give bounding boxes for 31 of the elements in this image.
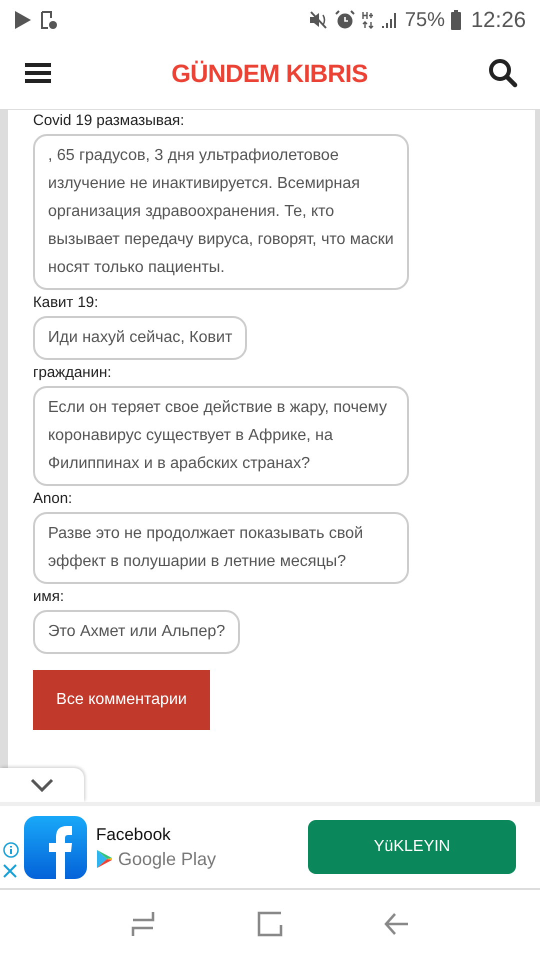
signal-icon (380, 11, 399, 29)
mute-icon (308, 11, 329, 29)
comment-author: гражданин: (33, 364, 112, 382)
home-button[interactable] (256, 910, 283, 940)
comment-author: Anon: (33, 490, 72, 508)
comment-author: имя: (33, 588, 64, 606)
clock-time: 12:26 (470, 7, 526, 33)
chevron-down-icon (30, 778, 54, 792)
site-logo[interactable]: GÜNDEM KIBRIS (171, 60, 368, 89)
comment-bubble: Разве это не продолжает показывать свой эффект в полушарии в летние месяцы? (33, 512, 409, 584)
store-name: Google Play (118, 848, 216, 870)
all-comments-button[interactable]: Все комментарии (33, 670, 210, 730)
play-icon (14, 10, 32, 30)
comment-bubble: , 65 градусов, 3 дня ультрафиолетовое излучение не инактивируется. Всемирная организация здравоохранения. Те, кто вызывает передачу вируса, говорят, что маски носят только пациенты. (33, 134, 409, 290)
play-store-icon (96, 849, 114, 869)
battery-percent: 75% (404, 8, 445, 32)
collapse-ad-button[interactable] (0, 768, 84, 802)
screen-clock-icon (40, 10, 58, 30)
comment-bubble: Иди нахуй сейчас, Ковит (33, 316, 248, 360)
app-name: Facebook (96, 824, 172, 844)
comment-bubble: Это Ахмет или Альпер? (33, 610, 240, 654)
info-icon[interactable] (3, 842, 19, 858)
comment-author: Covid 19 размазывая: (33, 112, 184, 130)
install-button[interactable]: YüKLEYIN (308, 820, 516, 874)
comment-bubble: Если он теряет свое действие в жару, почему коронавирус существует в Африке, на Филиппинах и в арабских странах? (33, 386, 409, 486)
app-logo-icon (24, 816, 87, 878)
close-icon[interactable] (3, 864, 17, 878)
comment-author: Кавит 19: (33, 294, 98, 312)
network-type-icon (360, 11, 375, 29)
alarm-icon (334, 10, 355, 30)
battery-icon (450, 10, 461, 30)
